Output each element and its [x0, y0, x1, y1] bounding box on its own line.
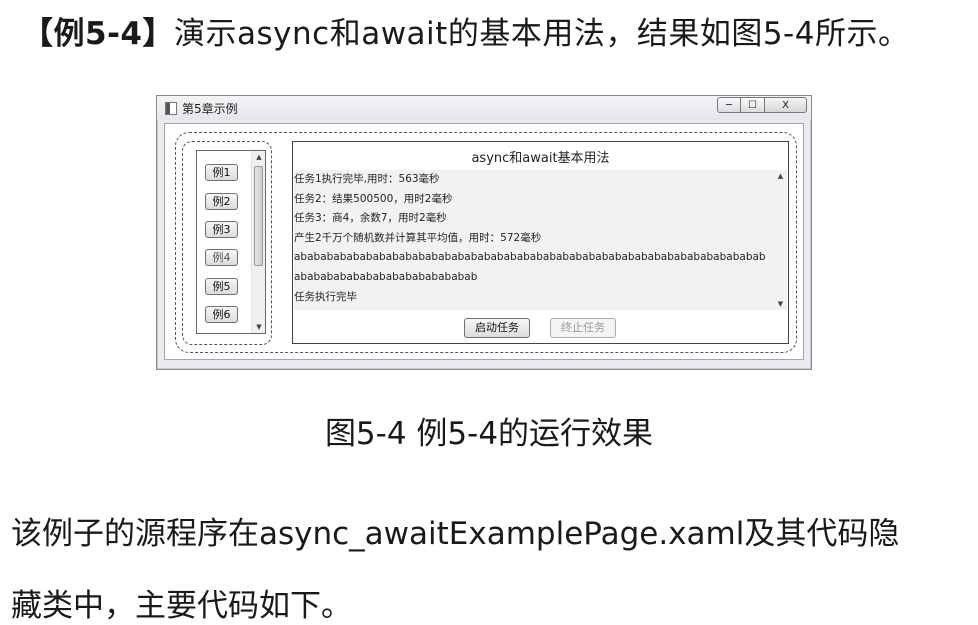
example-heading-text: 演示async和await的基本用法，结果如图5-4所示。 [174, 16, 910, 52]
output-scrollbar[interactable]: ▲ ▼ [774, 170, 787, 310]
stop-task-button[interactable]: 终止任务 [550, 318, 616, 338]
example-button-2[interactable]: 例2 [205, 193, 238, 210]
app-window: 第5章示例 ─ ☐ X 例1 例2 例3 例4 例5 例6 ▲ ▼ async和… [156, 95, 812, 370]
example-button-3[interactable]: 例3 [205, 221, 238, 238]
figure-caption: 图5-4 例5-4的运行效果 [324, 416, 654, 452]
window-controls: ─ ☐ X [717, 97, 807, 113]
outer-dashed-border: 例1 例2 例3 例4 例5 例6 ▲ ▼ async和await基本用法 任务 [175, 132, 797, 353]
maximize-button[interactable]: ☐ [741, 97, 765, 113]
example-list-scrollbar[interactable]: ▲ ▼ [251, 151, 265, 333]
output-line: 任务1执行完毕,用时：563毫秒 [294, 173, 440, 185]
output-line: 任务执行完毕 [294, 290, 357, 303]
paragraph-line-1: 该例子的源程序在async_awaitExamplePage.xaml及其代码隐 [11, 516, 900, 552]
output-scroll-up-icon[interactable]: ▲ [774, 172, 787, 180]
output-scroll-down-icon[interactable]: ▼ [774, 300, 787, 308]
example-tag: 【例5-4】 [22, 16, 175, 52]
window-title: 第5章示例 [182, 102, 238, 116]
output-textbox[interactable]: 任务1执行完毕,用时：563毫秒 任务2：结果500500，用时2毫秒 任务3：… [294, 170, 774, 310]
demo-panel: async和await基本用法 任务1执行完毕,用时：563毫秒 任务2：结果5… [292, 141, 789, 344]
close-button[interactable]: X [765, 97, 807, 113]
app-icon [165, 102, 177, 115]
scroll-thumb[interactable] [254, 166, 263, 266]
start-task-button[interactable]: 启动任务 [464, 318, 530, 338]
scroll-up-icon[interactable]: ▲ [252, 153, 266, 161]
example-list-border: 例1 例2 例3 例4 例5 例6 ▲ ▼ [182, 141, 272, 345]
example-button-4[interactable]: 例4 [205, 249, 238, 266]
example-button-6[interactable]: 例6 [205, 306, 238, 323]
example-list[interactable]: 例1 例2 例3 例4 例5 例6 ▲ ▼ [196, 150, 266, 334]
example-button-5[interactable]: 例5 [205, 278, 238, 295]
paragraph-line-2: 藏类中，主要代码如下。 [11, 588, 352, 624]
client-area: 例1 例2 例3 例4 例5 例6 ▲ ▼ async和await基本用法 任务 [164, 123, 804, 360]
example-heading: 【例5-4】演示async和await的基本用法，结果如图5-4所示。 [22, 8, 909, 53]
scroll-down-icon[interactable]: ▼ [252, 323, 266, 331]
output-line: 任务3：商4，余数7，用时2毫秒 [294, 212, 447, 225]
output-line: 产生2千万个随机数并计算其平均值，用时：572毫秒 [294, 231, 542, 244]
example-button-1[interactable]: 例1 [205, 164, 238, 181]
minimize-button[interactable]: ─ [717, 97, 741, 113]
output-line: abababababababababababababab [294, 270, 478, 283]
output-line: abababababababababababababababababababab… [294, 251, 766, 264]
panel-title: async和await基本用法 [471, 151, 610, 166]
title-bar[interactable]: 第5章示例 ─ ☐ X [157, 96, 811, 120]
output-line: 任务2：结果500500，用时2毫秒 [294, 192, 453, 205]
